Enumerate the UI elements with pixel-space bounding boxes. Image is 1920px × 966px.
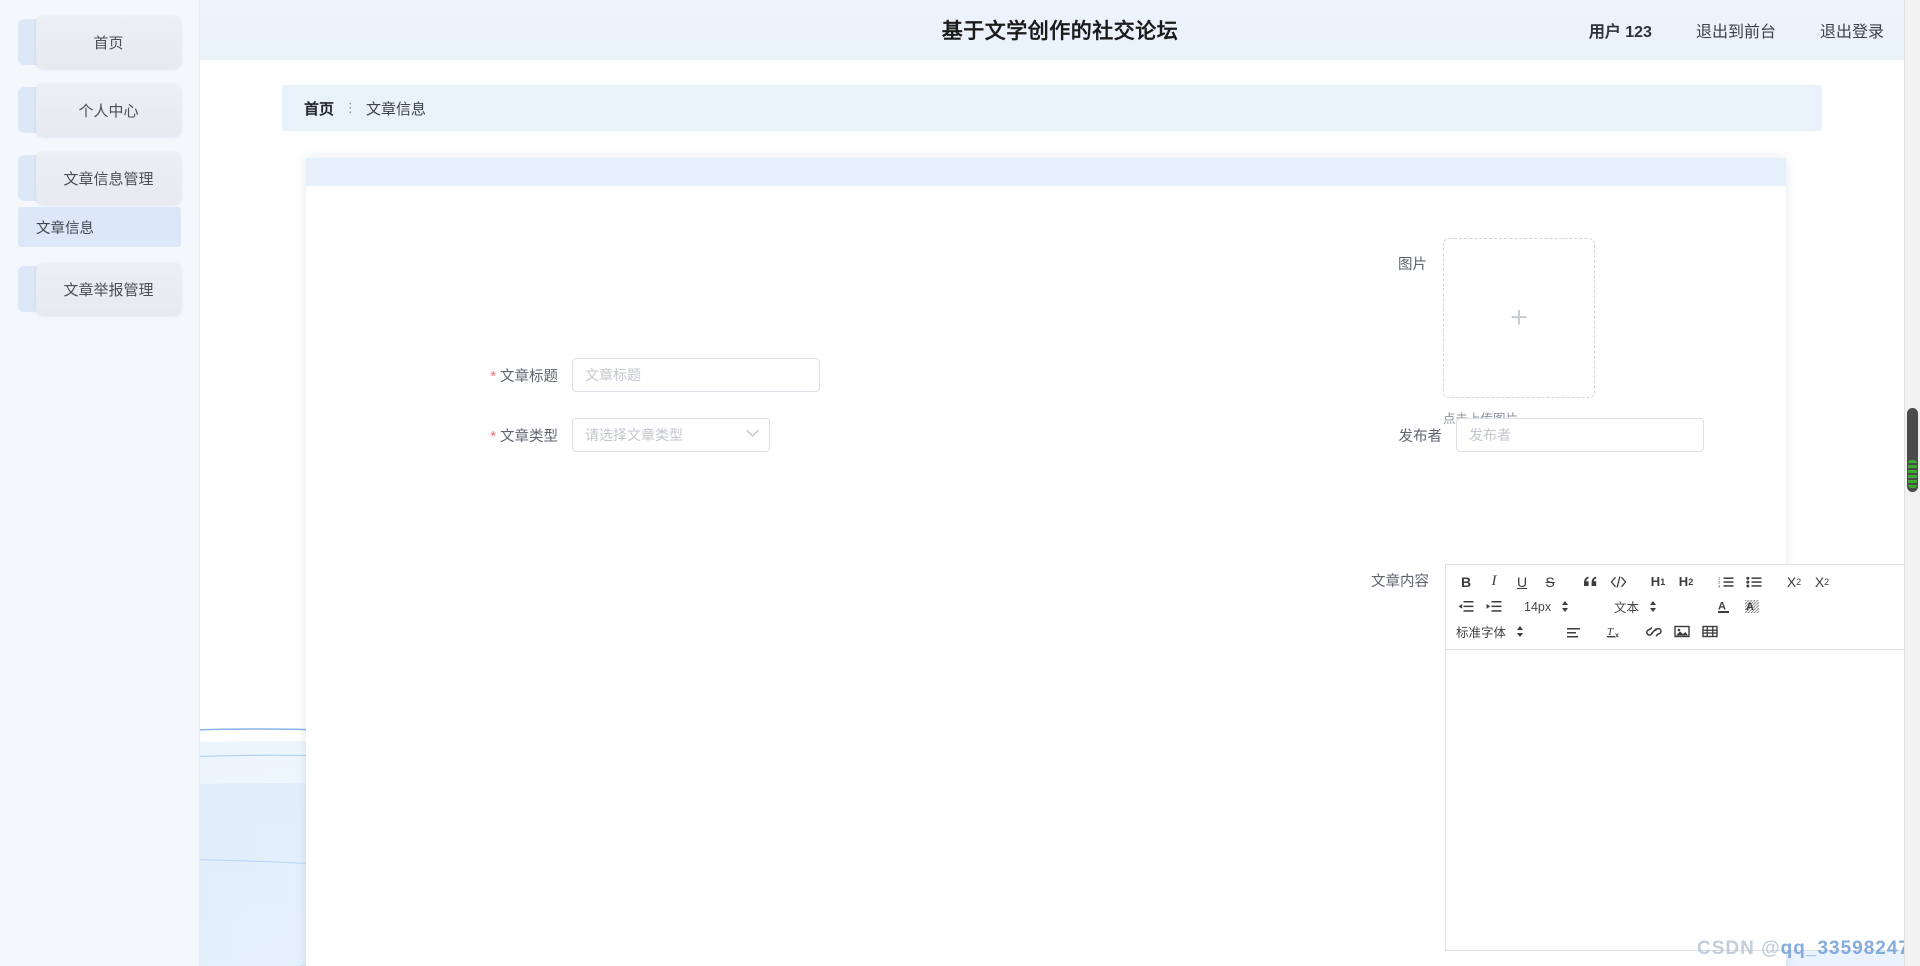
sidebar-group-article-management: 文章信息管理 文章信息 <box>0 152 199 247</box>
editor-toolbar-row-3: 标准字体 T x <box>1452 619 1920 644</box>
editor-toolbar-row-2: 14px 文本 A A <box>1452 594 1920 619</box>
bold-icon[interactable]: B <box>1452 570 1480 593</box>
card-header-band <box>306 158 1786 186</box>
plus-icon: + <box>1510 301 1528 334</box>
field-article-type: 文章类型 <box>486 418 770 452</box>
sidebar-item-personal-center[interactable]: 个人中心 <box>18 84 181 136</box>
header-user-label[interactable]: 用户 123 <box>1589 18 1652 42</box>
ordered-list-icon[interactable]: 1 2 3 <box>1712 570 1740 593</box>
video-icon[interactable] <box>1696 620 1724 643</box>
font-family-value: 标准字体 <box>1456 626 1507 640</box>
spinner-icon <box>1649 600 1657 613</box>
sidebar-item-label: 个人中心 <box>78 102 139 120</box>
font-family-select[interactable]: 标准字体 <box>1452 620 1548 643</box>
header-exit-to-frontend-link[interactable]: 退出到前台 <box>1696 18 1776 42</box>
article-title-input[interactable] <box>572 358 820 392</box>
article-type-select-wrap <box>572 418 770 452</box>
sidebar-group-article-report: 文章举报管理 <box>0 263 199 315</box>
field-image-upload: 图片 + 点击上传图片 <box>1398 238 1595 427</box>
background-color-icon[interactable]: A <box>1738 595 1766 618</box>
breadcrumb-current: 文章信息 <box>366 100 427 118</box>
card-body: 文章标题 文章类型 图片 <box>306 186 1920 966</box>
superscript-icon[interactable]: X2 <box>1808 570 1836 593</box>
watermark-prefix: CSDN @ <box>1697 938 1781 959</box>
sidebar-group-profile: 个人中心 <box>0 84 199 136</box>
sidebar-item-article-info-management[interactable]: 文章信息管理 <box>18 152 181 204</box>
sidebar-subitem-article-info[interactable]: 文章信息 <box>18 207 181 247</box>
subscript-icon[interactable]: X2 <box>1780 570 1808 593</box>
heading-2-icon[interactable]: H2 <box>1672 570 1700 593</box>
text-color-icon[interactable]: A <box>1710 595 1738 618</box>
scrollbar-grip-icon <box>1908 460 1917 488</box>
publisher-input[interactable] <box>1456 418 1704 452</box>
bullet-list-icon[interactable] <box>1740 570 1768 593</box>
code-icon[interactable] <box>1604 570 1632 593</box>
sidebar-subitem-label: 文章信息 <box>36 220 94 237</box>
link-icon[interactable] <box>1640 620 1668 643</box>
top-header-bar: 基于文学创作的社交论坛 用户 123 退出到前台 退出登录 <box>200 0 1920 60</box>
field-article-title: 文章标题 <box>486 358 820 392</box>
align-icon[interactable] <box>1560 620 1588 643</box>
image-icon[interactable] <box>1668 620 1696 643</box>
indent-icon[interactable] <box>1480 595 1508 618</box>
spinner-icon <box>1516 625 1524 638</box>
breadcrumb-home[interactable]: 首页 <box>304 98 334 119</box>
svg-text:3: 3 <box>1718 583 1721 588</box>
watermark: CSDN @qq_33598247 <box>1697 938 1910 960</box>
font-size-select[interactable]: 14px <box>1520 595 1610 618</box>
editor-toolbar: B I U S H 1 H 2 1 2 3 X 2 X 2 14px 文本 A … <box>1446 565 1920 650</box>
watermark-id: qq_33598247 <box>1780 938 1910 959</box>
field-label-image: 图片 <box>1398 257 1427 273</box>
clear-format-icon[interactable]: T x <box>1600 620 1628 643</box>
italic-icon[interactable]: I <box>1480 570 1508 593</box>
field-label-article-type: 文章类型 <box>486 425 572 446</box>
spinner-icon <box>1561 600 1569 613</box>
field-label-publisher: 发布者 <box>1398 428 1443 445</box>
breadcrumb-separator-icon: ⋮ <box>344 100 357 115</box>
sidebar-group-home: 首页 <box>0 16 199 68</box>
sidebar-item-label: 首页 <box>93 34 124 52</box>
form-card: 文章标题 文章类型 图片 <box>306 158 1920 966</box>
rich-text-editor: B I U S H 1 H 2 1 2 3 X 2 X 2 14px 文本 A … <box>1445 564 1920 951</box>
text-style-select[interactable]: 文本 <box>1610 595 1698 618</box>
sidebar-item-article-report-management[interactable]: 文章举报管理 <box>18 263 181 315</box>
svg-text:x: x <box>1615 633 1619 640</box>
image-upload-dropzone[interactable]: + <box>1443 238 1595 398</box>
sidebar-item-home[interactable]: 首页 <box>18 16 181 68</box>
page-scrollbar-thumb[interactable] <box>1907 408 1918 492</box>
blockquote-icon[interactable] <box>1576 570 1604 593</box>
text-style-value: 文本 <box>1614 601 1640 615</box>
editor-toolbar-row-1: B I U S H 1 H 2 1 2 3 X 2 X 2 <box>1452 569 1920 594</box>
article-type-select[interactable] <box>572 418 770 452</box>
sidebar-item-label: 文章举报管理 <box>63 281 154 299</box>
font-size-value: 14px <box>1524 599 1552 614</box>
editor-content-area[interactable] <box>1446 650 1920 950</box>
page-content: 首页 ⋮ 文章信息 文章标题 文章类型 <box>200 60 1920 966</box>
svg-text:A: A <box>1718 601 1726 613</box>
outdent-icon[interactable] <box>1452 595 1480 618</box>
sidebar: 首页 个人中心 文章信息管理 文章信息 文章举报管理 <box>0 0 200 966</box>
svg-text:A: A <box>1746 601 1754 613</box>
underline-icon[interactable]: U <box>1508 570 1536 593</box>
image-upload-column: + 点击上传图片 <box>1443 238 1595 427</box>
header-menu: 用户 123 退出到前台 退出登录 <box>1589 18 1884 42</box>
breadcrumb: 首页 ⋮ 文章信息 <box>282 85 1822 131</box>
header-logout-link[interactable]: 退出登录 <box>1820 18 1884 42</box>
field-label-article-title: 文章标题 <box>486 365 572 386</box>
field-publisher: 发布者 <box>1370 418 1704 452</box>
sidebar-item-label: 文章信息管理 <box>63 170 154 188</box>
strikethrough-icon[interactable]: S <box>1536 570 1564 593</box>
heading-1-icon[interactable]: H1 <box>1644 570 1672 593</box>
field-label-article-content: 文章内容 <box>1371 574 1429 590</box>
field-article-content: 文章内容 B I U S H 1 H 2 1 2 3 X 2 X 2 14px … <box>1371 564 1920 951</box>
